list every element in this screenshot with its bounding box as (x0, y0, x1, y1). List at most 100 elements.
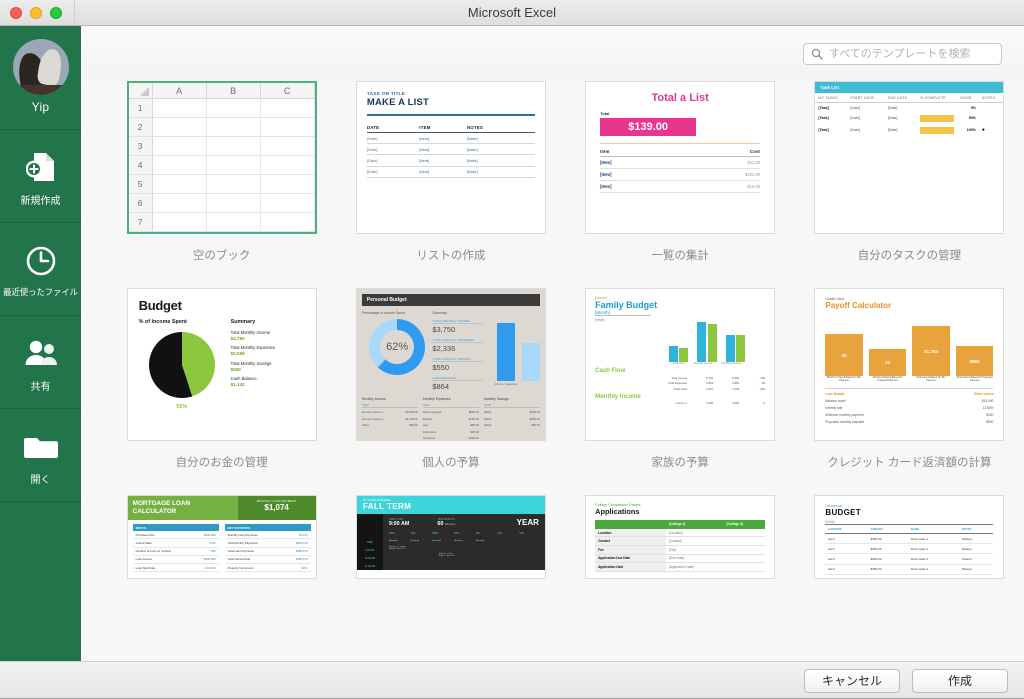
sidebar-account[interactable]: Yip (0, 26, 81, 130)
table-row: [Date] $250.00 (484, 417, 540, 421)
preview-table: Item Cost [Item] $22.00 [Item] $102.00 [It… (600, 149, 761, 194)
sidebar-item-open[interactable]: 開く (0, 409, 81, 502)
template-card-my-money[interactable]: Budget % of Income Spent 55% Summary Tot… (107, 288, 336, 470)
interval-number: 60 (437, 521, 444, 527)
table-row: Application Date [Application Date] (595, 562, 766, 572)
template-thumbnail[interactable]: TASK OR TITLE MAKE A LIST DATE ITEM NOTE… (355, 81, 546, 234)
cell: $400.00 (468, 435, 479, 440)
cell: Purchase Price (135, 532, 155, 537)
axis-tick: Cash Flow (672, 362, 686, 365)
cell: Application Date (595, 562, 666, 572)
template-thumbnail[interactable]: Budget % of Income Spent 55% Summary Tot… (126, 288, 317, 441)
schedule-cell: [Section] (388, 540, 398, 542)
template-row: A B C 1 2 3 4 5 6 7 空のブック TASK OR TITLE … (107, 81, 1024, 263)
cell: [Date] (483, 410, 492, 415)
cell: $300 (986, 413, 994, 418)
sub-table-title: Monthly Income (361, 397, 386, 401)
sidebar-item-new[interactable]: 新規作成 (0, 130, 81, 223)
cell: $200,000 (203, 557, 216, 562)
cell: $250.00 (529, 416, 540, 421)
day-header: TUE (410, 532, 416, 535)
window-title: Microsoft Excel (467, 4, 557, 20)
kpi-badge: MONTHLY LOAN PAYMENT $1,074 (237, 496, 316, 520)
table-row: Income 1 4,000 4,000 0 (595, 401, 766, 406)
template-card-make-a-list[interactable]: TASK OR TITLE MAKE A LIST DATE ITEM NOTE… (336, 81, 565, 263)
template-card-personal-budget[interactable]: Personal Budget Percentage of Income Spe… (336, 288, 565, 470)
cell: 50% (968, 116, 976, 120)
cell: [Date] (850, 116, 860, 120)
cell: $186,679 (295, 557, 308, 562)
template-card-household-budget[interactable]: Household BUDGET Detail EXPENSE AMOUNT N… (795, 495, 1024, 579)
kpi-value: 40 (825, 334, 863, 376)
template-thumbnail[interactable]: Personal Budget Percentage of Income Spe… (355, 288, 546, 441)
template-label: 自分のお金の管理 (175, 457, 268, 469)
summary-value: $3,750 (230, 335, 245, 341)
cell: [Item] (600, 180, 669, 194)
column-header: Item (600, 149, 669, 158)
template-card-total-a-list[interactable]: Total a List Total $139.00 Item Cost [It… (566, 81, 795, 263)
template-label: リストの作成 (416, 250, 486, 262)
cell: [Task] (818, 105, 829, 110)
template-thumbnail[interactable]: Task List MY TASKS START DATE DUE DATE %… (814, 81, 1005, 234)
sidebar-item-recent[interactable]: 最近使ったファイル (0, 223, 81, 316)
total-value: $139.00 (600, 118, 697, 136)
cell: Cell phone (422, 429, 437, 434)
template-thumbnail[interactable]: Credit Card Payoff Calculator 40 22 $1,7… (814, 288, 1005, 441)
cell: -52 (761, 381, 766, 386)
cell: Loan Amount (135, 557, 153, 562)
cell: $520,679 (295, 540, 308, 545)
cell: Total Expenses (668, 381, 688, 386)
template-thumbnail[interactable]: Household BUDGET Detail EXPENSE AMOUNT N… (814, 495, 1005, 579)
template-card-college-tracker[interactable]: College Comparison Tracker Applications … (566, 495, 795, 579)
cell: 0 (763, 401, 766, 406)
title-line-1: MORTGAGE LOAN (132, 500, 191, 507)
table-row: Monthly Loan Payments $1,074 (224, 531, 311, 540)
legend-item: Income (494, 383, 504, 386)
template-card-credit-card-payoff[interactable]: Credit Card Payoff Calculator 40 22 $1,7… (795, 288, 1024, 470)
table-row: [Item] $102.00 (600, 168, 761, 182)
template-card-task-list[interactable]: Task List MY TASKS START DATE DUE DATE %… (795, 81, 1024, 263)
cancel-button[interactable]: キャンセル (804, 668, 900, 693)
cell: Property Tax Amount (227, 565, 254, 570)
template-thumbnail[interactable]: College Comparison Tracker Applications … (585, 495, 776, 579)
template-thumbnail[interactable]: Total a List Total $139.00 Item Cost [It… (585, 81, 776, 234)
cell: Rent (825, 553, 868, 565)
sub-table-title: Monthly Savings (483, 397, 509, 401)
table-row: [Task] [Date] [Date] 100% ● (815, 124, 1003, 136)
row-header: 6 (128, 194, 153, 212)
schedule-note: Bldg L / Rm 140 (438, 555, 455, 557)
day-header: FRI (475, 532, 480, 535)
table-row: Loan Start Date 1/1/2015 (132, 564, 219, 573)
cell: $350.00 (867, 564, 908, 575)
column-header: Loan Details (825, 392, 845, 397)
search-field[interactable] (803, 42, 1002, 65)
divider (366, 114, 535, 116)
year-placeholder: [Year] (595, 318, 605, 322)
cell: 1,897 (706, 386, 714, 391)
sidebar-item-label: 開く (30, 474, 51, 486)
template-card-mortgage-calculator[interactable]: MORTGAGE LOAN CALCULATOR MONTHLY LOAN PA… (107, 495, 336, 579)
section-header: KEY STATISTICS (224, 524, 311, 532)
sidebar-item-shared[interactable]: 共有 (0, 316, 81, 409)
template-thumbnail[interactable]: MORTGAGE LOAN CALCULATOR MONTHLY LOAN PA… (126, 495, 317, 579)
column-header: DATE (483, 403, 492, 407)
cell: 1/1/2015 (204, 565, 216, 570)
time-label: 11:00 AM (364, 565, 375, 568)
column-header: ITEM (422, 403, 430, 407)
table-row: Rent $250.00 Roommate 2 [Notes] (825, 543, 994, 555)
template-card-family-budget[interactable]: [Name] Family Budget [Month] [Year] Cash… (566, 288, 795, 470)
create-button[interactable]: 作成 (912, 668, 1008, 693)
template-card-blank-workbook[interactable]: A B C 1 2 3 4 5 6 7 空のブック (107, 81, 336, 263)
template-card-class-schedule[interactable]: MY CLASS SCHEDULE FALL TERM TIME 9:00 AM… (336, 495, 565, 579)
template-thumbnail[interactable]: MY CLASS SCHEDULE FALL TERM TIME 9:00 AM… (355, 495, 546, 579)
table-row: Fee [Fee] (595, 545, 766, 555)
search-input[interactable] (823, 47, 1001, 60)
template-thumbnail[interactable]: A B C 1 2 3 4 5 6 7 (126, 81, 317, 234)
cell: [Date] (366, 166, 420, 178)
interval-unit: (Minutes) (444, 523, 456, 526)
cell: 5,500 (732, 375, 740, 380)
cell: [Task] (818, 128, 829, 132)
template-thumbnail[interactable]: [Name] Family Budget [Month] [Year] Cash… (585, 288, 776, 441)
excel-template-gallery-window: Microsoft Excel Yip 新規作成 最近使ったファイル 共有 開く… (0, 0, 1024, 699)
row-header: 2 (128, 118, 153, 136)
